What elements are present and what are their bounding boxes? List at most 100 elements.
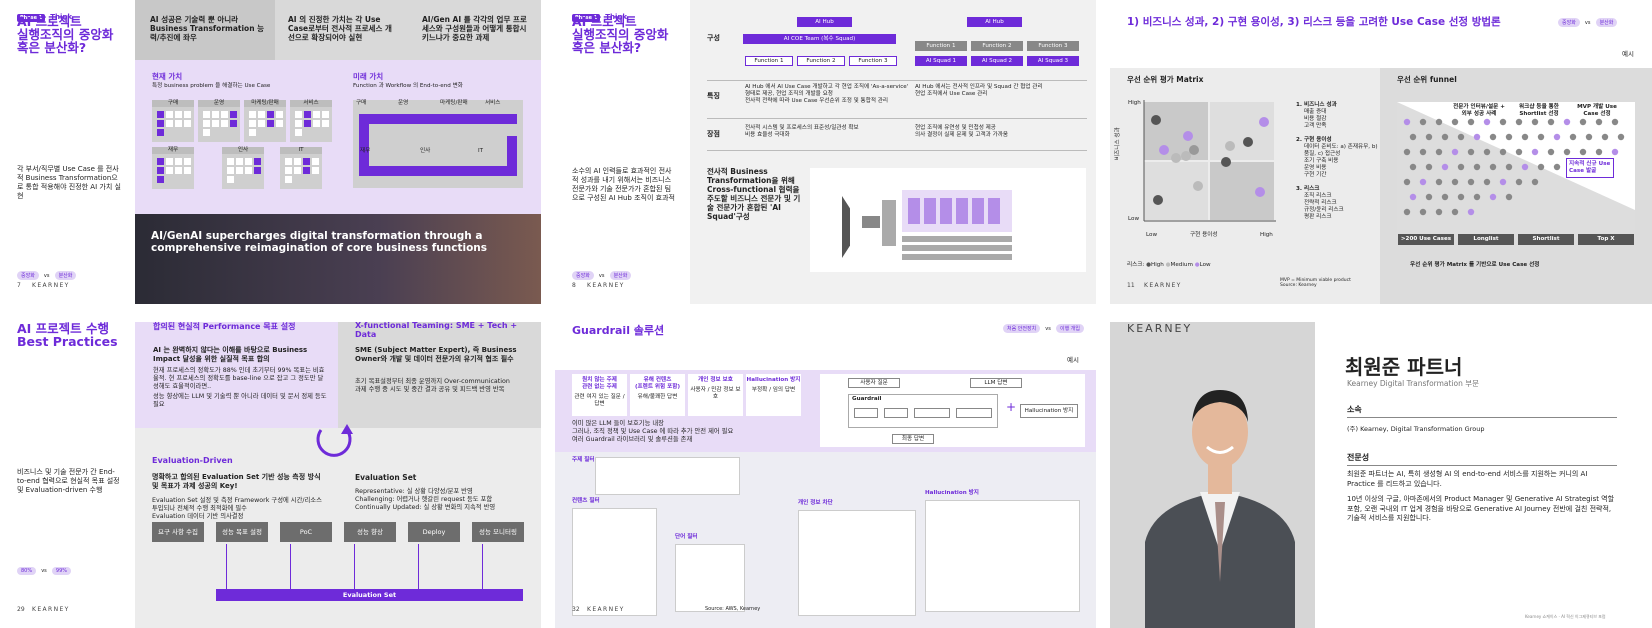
use-case-dot xyxy=(1601,133,1609,141)
future-function-label: 운영 xyxy=(398,100,409,106)
criteria-item: 평판 리스크 xyxy=(1304,214,1332,220)
slide-4: AI 프로젝트 수행 Best Practices 비즈니스 및 기술 전문가 … xyxy=(0,322,541,628)
tag-distributed: 분산화 xyxy=(1595,18,1618,27)
current-function-label: 서비스 xyxy=(290,100,332,107)
current-function-label: 마케팅/판매 xyxy=(244,100,286,107)
y-low: Low xyxy=(1128,216,1140,222)
current-function-2: 마케팅/판매 xyxy=(244,100,286,142)
current-function-3: 서비스 xyxy=(290,100,332,142)
evalset-bullets: Representative: 실 상황 다양성/분포 반영 Challengi… xyxy=(355,488,530,512)
left-function-2: Function 2 xyxy=(797,56,845,66)
criteria-item: 전략적 리스크 xyxy=(1304,200,1337,206)
grid-cell xyxy=(267,111,274,118)
flow-llm: LLM 답변 xyxy=(970,378,1022,388)
current-grid-cells xyxy=(280,154,322,184)
slide-1: Phase 1 Think AI 프로젝트 실행조직의 중앙화 혹은 분산화? … xyxy=(0,0,541,304)
grid-cell xyxy=(157,120,164,127)
grid-cell xyxy=(203,111,210,118)
cycle-icon xyxy=(316,424,353,457)
grid-cell xyxy=(230,111,237,118)
ai-hub-box-right: AI Hub xyxy=(967,17,1022,27)
current-function-4: 재무 xyxy=(152,147,194,189)
tag-distributed: 분산화 xyxy=(609,271,632,280)
grid-cell xyxy=(295,129,302,136)
use-case-dot xyxy=(1483,178,1491,186)
use-case-dot xyxy=(1505,193,1513,201)
current-function-label: 재무 xyxy=(152,147,194,154)
use-case-dot xyxy=(1441,193,1449,201)
grid-cell xyxy=(175,158,182,165)
affiliation-title: 소속 xyxy=(1347,405,1362,414)
evaldriven-bullet-1: Evaluation Set 설정 및 측정 Framework 구성에 시간/… xyxy=(152,497,322,512)
future-value-title: 미래 가치 xyxy=(353,72,384,81)
page-number: 32 xyxy=(572,606,580,613)
grid-cell xyxy=(304,111,311,118)
funnel-step-3: MVP 개발 Use Case 선정 xyxy=(1577,104,1617,117)
category-head: 원치 않는 주제 관련 없는 주제 xyxy=(582,377,617,390)
current-grid-cells xyxy=(198,107,240,137)
teaming-bullet-1: 초기 목표설정부터 최종 운영까지 Over-communication xyxy=(355,378,510,385)
use-case-dot xyxy=(1617,133,1625,141)
grid-cell xyxy=(184,111,191,118)
slide-title: 1) 비즈니스 성과, 2) 구현 용이성, 3) 리스크 등을 고려한 Use… xyxy=(1127,16,1501,28)
funnel-stage-1: Longlist xyxy=(1458,234,1514,245)
person-name: 최원준 파트너 xyxy=(1345,355,1463,379)
grid-cell xyxy=(254,158,261,165)
step-connector xyxy=(226,544,227,589)
current-grid-cells xyxy=(222,154,264,184)
right-function-1: Function 1 xyxy=(915,41,967,51)
process-step-4: 성능 향상 xyxy=(344,522,396,542)
step-connector xyxy=(418,544,419,589)
use-case-dot xyxy=(1451,208,1459,216)
banner-image xyxy=(135,214,541,304)
source-note: MVP = Minimum viable product Source: Kea… xyxy=(1280,278,1351,288)
grid-cell xyxy=(285,158,292,165)
left-feature-2: 전사적 전략에 따라 Use Case 우선순위 조정 및 통합적 관리 xyxy=(745,98,889,104)
grid-cell xyxy=(221,120,228,127)
criteria-3: 3. 리스크 xyxy=(1296,186,1320,192)
topic-filter-screen xyxy=(595,457,740,495)
grid-cell xyxy=(175,167,182,174)
use-case-dot xyxy=(1419,148,1427,156)
grid-cell xyxy=(313,111,320,118)
right-features: AI Hub 에서는 전사적 인프라 및 Squad 간 협업 관리 현업 조직… xyxy=(915,84,1075,98)
use-case-dot xyxy=(1611,148,1619,156)
grid-cell xyxy=(184,120,191,127)
use-case-dot xyxy=(1473,163,1481,171)
grid-cell xyxy=(303,158,310,165)
evaldriven-title: Evaluation-Driven xyxy=(152,456,233,465)
process-step-1: 요구 사항 수집 xyxy=(152,522,204,542)
grid-cell xyxy=(295,120,302,127)
right-merit-1: 현업 조직에 유연성 및 민첩성 제공 xyxy=(915,125,996,131)
use-case-dot xyxy=(1515,178,1523,186)
use-case-dot xyxy=(1419,208,1427,216)
current-value-title: 현재 가치 xyxy=(152,72,183,81)
grid-cell xyxy=(230,120,237,127)
footer-note: Kearney 쇼케이스 · AI 혁신 이그제큐티브 포럼 xyxy=(1525,614,1606,619)
goal-bullet-2: 성능 향상에는 LLM 및 기술력 뿐 아니라 데이터 및 문서 정제 등도 필… xyxy=(153,393,327,408)
evaluation-set-bar: Evaluation Set xyxy=(216,589,523,601)
grid-cell xyxy=(313,120,320,127)
future-value-grid xyxy=(353,100,523,188)
goal-statement: AI 는 완벽하지 않다는 이해를 바탕으로 Business Impact 달… xyxy=(153,346,308,363)
tag-central: 중앙화 xyxy=(1558,18,1580,27)
pii-filter-screen xyxy=(798,510,916,616)
use-case-dot xyxy=(1451,148,1459,156)
current-function-0: 구매 xyxy=(152,100,194,142)
use-case-dot xyxy=(1515,118,1523,126)
future-function-label: 재무 xyxy=(360,148,371,154)
guardrail-category-4: Hallucination 방지 부정확 / 임의 답변 xyxy=(746,374,801,416)
guardrail-category-2: 유해 컨텐츠 (프렌트 위험 포함) 유해/불쾌한 답변 xyxy=(630,374,685,416)
current-value-sub: 특정 business problem 을 해결하는 Use Case xyxy=(152,83,271,89)
kearney-logo: KEARNEY xyxy=(587,282,625,289)
slide-title: Guardrail 솔루션 xyxy=(572,324,665,337)
evalset-bullet-1: Representative: 실 상황 다양성/분포 반영 xyxy=(355,488,473,495)
use-case-dot xyxy=(1611,118,1619,126)
goal-bullets: 현재 프로세스의 정확도가 88% 인데 초기부터 99% 목표는 비효율적. … xyxy=(153,367,328,409)
header-3: AI/Gen AI 를 각각의 업무 프로세스와 구성원들과 어떻게 통합시키느… xyxy=(422,15,527,42)
criteria-item: 데이터 준비도: a) 존재유무, b) 품질, c) 접근성 xyxy=(1304,144,1378,157)
grid-cell xyxy=(249,111,256,118)
grid-cell xyxy=(285,176,292,183)
use-case-dot xyxy=(1537,133,1545,141)
use-case-dot xyxy=(1451,118,1459,126)
